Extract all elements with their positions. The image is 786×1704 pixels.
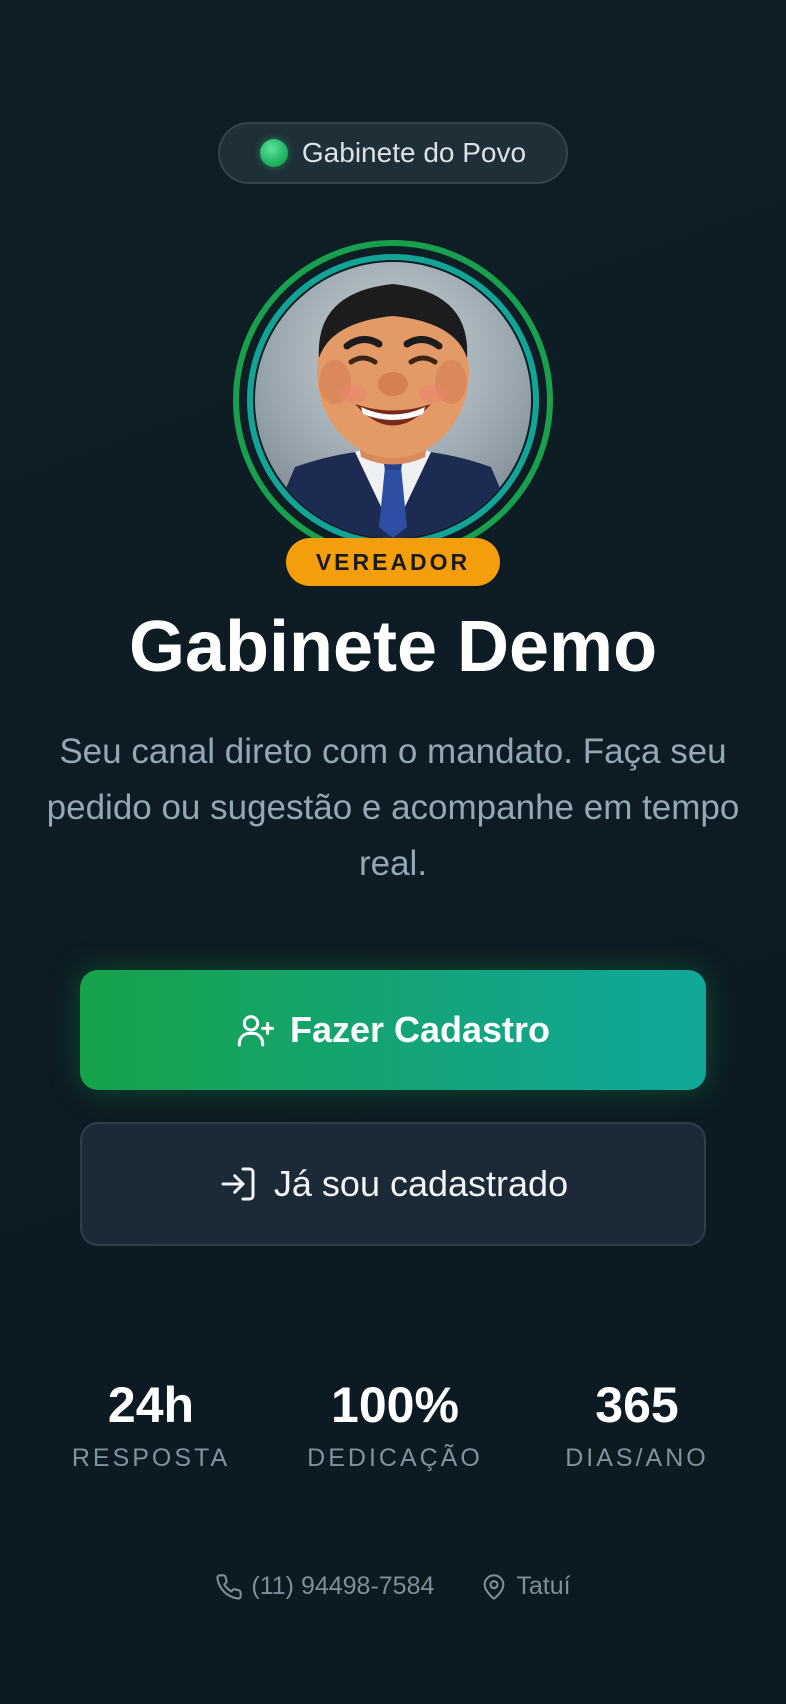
- page-title: Gabinete Demo: [128, 607, 658, 687]
- stat-value: 100%: [331, 1377, 459, 1433]
- user-plus-icon: [237, 1015, 275, 1047]
- brand-pill-label: Gabinete do Povo: [301, 137, 527, 168]
- avatar: [233, 240, 553, 560]
- map-pin-icon: [484, 1573, 505, 1600]
- stat-label: RESPOSTA: [71, 1444, 231, 1472]
- stat-value: 24h: [107, 1377, 195, 1433]
- city-name: Tatuí: [516, 1572, 571, 1600]
- stats-row: 24h RESPOSTA 100% DEDICAÇÃO 365 DIAS/ANO: [0, 1372, 786, 1492]
- location: Tatuí: [480, 1572, 571, 1601]
- stat-value: 365: [595, 1377, 679, 1433]
- register-button-label: Fazer Cadastro: [289, 1009, 551, 1050]
- avatar-photo: [255, 262, 531, 538]
- phone-link[interactable]: (11) 94498-7584: [215, 1572, 434, 1601]
- status-dot-icon: [259, 139, 288, 167]
- phone-icon: [216, 1573, 243, 1600]
- caricature-portrait-icon: [265, 284, 521, 538]
- stat-days: 365 DIAS/ANO: [517, 1372, 757, 1473]
- page-subtitle: Seu canal direto com o mandato. Faça seu…: [46, 732, 740, 883]
- log-in-icon: [221, 1167, 255, 1201]
- landing-page: Gabinete do Povo VEREADOR Gabinete Demo …: [0, 0, 786, 1704]
- contact-footer: (11) 94498-7584 Tatuí: [0, 1572, 786, 1601]
- register-button[interactable]: Fazer Cadastro: [80, 970, 706, 1090]
- stat-label: DEDICAÇÃO: [307, 1444, 483, 1472]
- stat-label: DIAS/ANO: [565, 1444, 709, 1472]
- brand-pill: Gabinete do Povo: [218, 122, 568, 184]
- stat-response: 24h RESPOSTA: [31, 1372, 271, 1473]
- phone-number: (11) 94498-7584: [251, 1572, 435, 1600]
- login-button-label: Já sou cadastrado: [273, 1163, 569, 1204]
- role-badge: VEREADOR: [286, 538, 500, 586]
- login-button[interactable]: Já sou cadastrado: [80, 1122, 706, 1246]
- stat-dedication: 100% DEDICAÇÃO: [275, 1372, 515, 1473]
